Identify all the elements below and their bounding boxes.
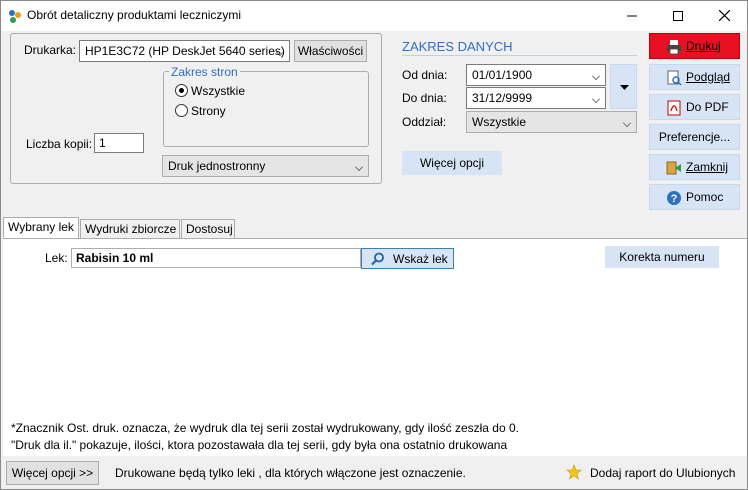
app-icon xyxy=(9,10,21,23)
drug-label: Lek: xyxy=(45,251,68,265)
radio-pages-label[interactable]: Strony xyxy=(191,104,226,118)
add-to-favorites-label: Dodaj raport do Ulubionych xyxy=(590,466,736,480)
preferences-label: Preferencje... xyxy=(658,130,731,144)
footer-bar: Więcej opcji >> Drukowane będą tylko lek… xyxy=(1,457,747,489)
from-date-value: 01/01/1900 xyxy=(472,68,533,82)
from-date-label: Od dnia: xyxy=(402,68,448,82)
print-button[interactable]: Drukuj xyxy=(649,33,740,59)
chevron-down-icon xyxy=(592,95,600,103)
footer-info-text: Drukowane będą tylko leki , dla których … xyxy=(115,466,466,480)
printer-value: HP1E3C72 (HP DeskJet 5640 series) xyxy=(85,44,285,58)
duplex-select[interactable]: Druk jednostronny xyxy=(162,155,369,177)
from-date-picker[interactable]: 01/01/1900 xyxy=(466,64,606,86)
minimize-button[interactable] xyxy=(609,1,655,31)
department-label: Oddział: xyxy=(402,115,447,129)
tab-customize[interactable]: Dostosuj xyxy=(181,219,235,239)
drug-value: Rabisin 10 ml xyxy=(76,251,154,265)
svg-text:?: ? xyxy=(671,193,678,205)
preview-icon xyxy=(667,70,682,86)
window-title: Obrót detaliczny produktami leczniczymi xyxy=(27,8,242,22)
department-value: Wszystkie xyxy=(472,115,526,129)
magnifier-icon xyxy=(371,252,384,266)
copies-value: 1 xyxy=(99,136,106,150)
date-preset-button[interactable] xyxy=(610,64,637,109)
date-range-title: ZAKRES DANYCH xyxy=(402,39,513,54)
close-label: Zamknij xyxy=(686,160,729,174)
print-dialog-window: Obrót detaliczny produktami leczniczymi … xyxy=(0,0,748,490)
radio-all-pages[interactable] xyxy=(175,84,188,97)
maximize-button[interactable] xyxy=(655,1,701,31)
close-window-button[interactable] xyxy=(701,1,747,31)
help-button[interactable]: ? Pomoc xyxy=(649,184,740,210)
page-range-title: Zakres stron xyxy=(169,65,240,79)
to-date-picker[interactable]: 31/12/9999 xyxy=(466,87,606,109)
duplex-value: Druk jednostronny xyxy=(168,159,266,173)
note-line-2: "Druk dla il." pokazuje, ilości, ktora p… xyxy=(11,438,508,452)
radio-pages[interactable] xyxy=(175,104,188,117)
printer-select[interactable]: HP1E3C72 (HP DeskJet 5640 series) xyxy=(79,40,290,62)
star-icon xyxy=(566,464,582,480)
date-range-divider xyxy=(402,55,637,56)
pdf-icon xyxy=(667,100,681,116)
help-icon: ? xyxy=(667,191,681,205)
exit-icon xyxy=(666,161,681,175)
minimize-icon xyxy=(627,15,637,17)
title-bar: Obrót detaliczny produktami leczniczymi xyxy=(1,1,747,31)
chevron-down-icon xyxy=(592,72,600,80)
add-to-favorites-link[interactable]: Dodaj raport do Ulubionych xyxy=(566,463,741,483)
close-button[interactable]: Zamknij xyxy=(649,154,740,180)
close-icon xyxy=(718,9,730,22)
to-date-label: Do dnia: xyxy=(402,91,447,105)
tab-bulk-prints[interactable]: Wydruki zbiorcze xyxy=(80,219,180,239)
note-line-1: *Znacznik Ost. druk. oznacza, że wydruk … xyxy=(11,421,519,435)
tab-selected-drug[interactable]: Wybrany lek xyxy=(3,217,79,239)
printer-icon xyxy=(667,40,681,55)
help-label: Pomoc xyxy=(686,190,724,204)
radio-all-pages-label[interactable]: Wszystkie xyxy=(191,84,245,98)
copies-input[interactable]: 1 xyxy=(94,133,144,153)
chevron-down-icon xyxy=(623,119,631,127)
date-more-options-button[interactable]: Więcej opcji xyxy=(402,151,502,175)
printer-label: Drukarka: xyxy=(24,43,77,57)
properties-button[interactable]: Właściwości xyxy=(294,40,367,62)
maximize-icon xyxy=(673,11,683,21)
preview-label: Podgląd xyxy=(686,70,731,84)
drug-input[interactable]: Rabisin 10 ml xyxy=(71,248,361,268)
pdf-button[interactable]: Do PDF xyxy=(649,94,740,120)
triangle-down-icon xyxy=(620,85,629,90)
preferences-button[interactable]: Preferencje... xyxy=(649,124,740,150)
choose-drug-label: Wskaż lek xyxy=(393,252,448,266)
department-select[interactable]: Wszystkie xyxy=(466,111,637,133)
correct-number-button[interactable]: Korekta numeru xyxy=(605,246,719,268)
choose-drug-button[interactable]: Wskaż lek xyxy=(361,248,454,269)
more-options-button[interactable]: Więcej opcji >> xyxy=(6,461,99,485)
to-date-value: 31/12/9999 xyxy=(472,91,533,105)
chevron-down-icon xyxy=(355,163,363,171)
preview-button[interactable]: Podgląd xyxy=(649,64,740,90)
pdf-label: Do PDF xyxy=(686,100,729,114)
copies-label: Liczba kopii: xyxy=(26,137,93,151)
tab-panel: Lek: Rabisin 10 ml Wskaż lek Korekta num… xyxy=(3,238,747,456)
print-label: Drukuj xyxy=(686,39,721,53)
